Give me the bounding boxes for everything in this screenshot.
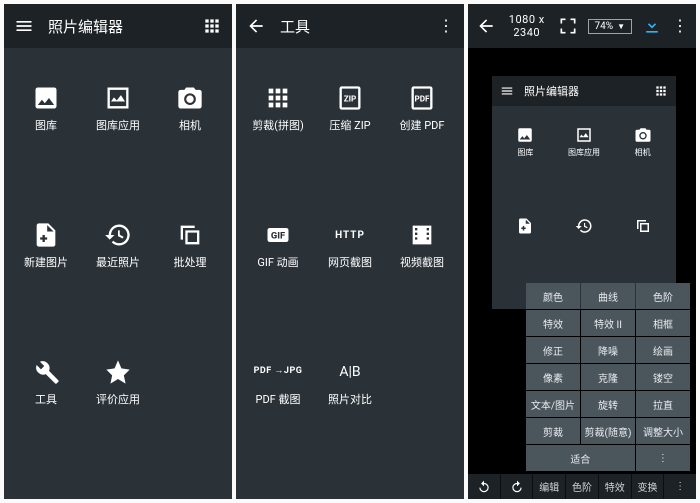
tile-crop-collage[interactable]: 剪裁(拼图) bbox=[242, 78, 314, 215]
pdf-jpg-icon: PDF →JPG bbox=[254, 358, 303, 386]
tile-new-image[interactable]: 新建图片 bbox=[10, 215, 82, 352]
ov-straighten[interactable]: 拉直 bbox=[636, 391, 690, 417]
app-title: 照片编辑器 bbox=[48, 16, 188, 37]
zip-icon: ZIP bbox=[336, 84, 364, 112]
canvas-body: 照片编辑器 图库 图库应用 相机 颜色 曲线 色阶 特效 特效 II 相框 修正… bbox=[468, 48, 696, 499]
ov-more[interactable]: ⋮ bbox=[636, 445, 690, 471]
ov-fx2[interactable]: 特效 II bbox=[581, 310, 635, 336]
menu-icon[interactable] bbox=[14, 16, 34, 36]
download-icon[interactable] bbox=[642, 16, 662, 36]
canvas-bottombar: 编辑 色阶 特效 变换 ⋮ bbox=[468, 473, 696, 499]
bb-levels[interactable]: 色阶 bbox=[566, 474, 599, 499]
svg-text:GIF: GIF bbox=[271, 231, 285, 242]
ov-levels[interactable]: 色阶 bbox=[636, 283, 690, 309]
gif-icon: GIF bbox=[264, 221, 292, 249]
zoom-dropdown[interactable]: 74%▼ bbox=[588, 19, 633, 34]
canvas-dimensions: 1080 x 2340 bbox=[506, 13, 548, 39]
ov-pixel[interactable]: 像素 bbox=[526, 364, 580, 390]
ab-icon: A|B bbox=[339, 358, 360, 386]
wrench-icon bbox=[32, 358, 60, 386]
menu-icon bbox=[500, 84, 514, 98]
tile-webcapture[interactable]: HTTP 网页截图 bbox=[314, 215, 386, 352]
ov-freecrop[interactable]: 剪裁(随意) bbox=[581, 418, 635, 444]
ov-curves[interactable]: 曲线 bbox=[581, 283, 635, 309]
camera-icon bbox=[176, 84, 204, 112]
bb-redo[interactable] bbox=[501, 474, 534, 499]
svg-text:PDF: PDF bbox=[414, 94, 430, 104]
grid-icon bbox=[264, 84, 292, 112]
topbar: 照片编辑器 bbox=[4, 4, 232, 48]
ov-correct[interactable]: 修正 bbox=[526, 337, 580, 363]
back-icon[interactable] bbox=[246, 16, 266, 36]
ov-frame[interactable]: 相框 bbox=[636, 310, 690, 336]
tile-zip[interactable]: ZIP 压缩 ZIP bbox=[314, 78, 386, 215]
ov-cutout[interactable]: 镂空 bbox=[636, 364, 690, 390]
tile-batch[interactable]: 批处理 bbox=[154, 215, 226, 352]
bb-more[interactable]: ⋮ bbox=[664, 474, 696, 499]
ov-crop[interactable]: 剪裁 bbox=[526, 418, 580, 444]
ov-resize[interactable]: 调整大小 bbox=[636, 418, 690, 444]
ov-fx[interactable]: 特效 bbox=[526, 310, 580, 336]
star-icon bbox=[104, 358, 132, 386]
tile-pdf[interactable]: PDF 创建 PDF bbox=[386, 78, 458, 215]
tile-pdf-to-jpg[interactable]: PDF →JPG PDF 截图 bbox=[242, 352, 314, 489]
svg-text:ZIP: ZIP bbox=[344, 94, 357, 104]
ov-fit[interactable]: 适合 bbox=[526, 445, 635, 471]
chevron-down-icon: ▼ bbox=[617, 22, 625, 31]
file-plus-icon bbox=[32, 221, 60, 249]
bb-fx[interactable]: 特效 bbox=[599, 474, 632, 499]
topbar: 工具 ⋮ bbox=[236, 4, 464, 48]
tile-camera[interactable]: 相机 bbox=[154, 78, 226, 215]
tile-compare[interactable]: A|B 照片对比 bbox=[314, 352, 386, 489]
tile-gallery[interactable]: 图库 bbox=[10, 78, 82, 215]
fullscreen-icon[interactable] bbox=[558, 16, 578, 36]
image-icon bbox=[32, 84, 60, 112]
tile-gallery-app[interactable]: 图库应用 bbox=[82, 78, 154, 215]
ov-draw[interactable]: 绘画 bbox=[636, 337, 690, 363]
back-icon[interactable] bbox=[476, 16, 496, 36]
film-icon bbox=[408, 221, 436, 249]
more-icon[interactable]: ⋮ bbox=[438, 18, 454, 34]
tool-overlay: 颜色 曲线 色阶 特效 特效 II 相框 修正 降噪 绘画 像素 克隆 镂空 文… bbox=[526, 283, 690, 471]
tile-gif[interactable]: GIF GIF 动画 bbox=[242, 215, 314, 352]
stack-icon bbox=[176, 221, 204, 249]
history-icon bbox=[104, 221, 132, 249]
tile-tools[interactable]: 工具 bbox=[10, 352, 82, 489]
image2-icon bbox=[104, 84, 132, 112]
tile-videocapture[interactable]: 视频截图 bbox=[386, 215, 458, 352]
bb-edit[interactable]: 编辑 bbox=[533, 474, 566, 499]
screen-title: 工具 bbox=[280, 16, 424, 37]
home-grid: 图库 图库应用 相机 新建图片 最近照片 批处理 工具 评价应用 bbox=[4, 48, 232, 499]
apps-icon[interactable] bbox=[202, 16, 222, 36]
apps-icon bbox=[654, 84, 668, 98]
ov-clone[interactable]: 克隆 bbox=[581, 364, 635, 390]
ov-denoise[interactable]: 降噪 bbox=[581, 337, 635, 363]
panel-editor-home: 照片编辑器 图库 图库应用 相机 新建图片 最近照片 批处理 工具 bbox=[4, 4, 232, 499]
ov-text[interactable]: 文本/图片 bbox=[526, 391, 580, 417]
canvas-preview: 照片编辑器 图库 图库应用 相机 bbox=[492, 76, 676, 309]
tools-grid: 剪裁(拼图) ZIP 压缩 ZIP PDF 创建 PDF GIF GIF 动画 … bbox=[236, 48, 464, 499]
tile-rate[interactable]: 评价应用 bbox=[82, 352, 154, 489]
bb-transform[interactable]: 变换 bbox=[632, 474, 665, 499]
canvas-topbar: 1080 x 2340 74%▼ ⋮ bbox=[468, 4, 696, 48]
bb-undo[interactable] bbox=[468, 474, 501, 499]
ov-rotate[interactable]: 旋转 bbox=[581, 391, 635, 417]
http-icon: HTTP bbox=[336, 221, 364, 249]
tile-recent[interactable]: 最近照片 bbox=[82, 215, 154, 352]
pdf-icon: PDF bbox=[408, 84, 436, 112]
more-icon[interactable]: ⋮ bbox=[672, 18, 688, 34]
panel-tools: 工具 ⋮ 剪裁(拼图) ZIP 压缩 ZIP PDF 创建 PDF GIF GI… bbox=[236, 4, 464, 499]
ov-color[interactable]: 颜色 bbox=[526, 283, 580, 309]
panel-editor-canvas: 1080 x 2340 74%▼ ⋮ 照片编辑器 图库 图库应用 相机 bbox=[468, 4, 696, 499]
